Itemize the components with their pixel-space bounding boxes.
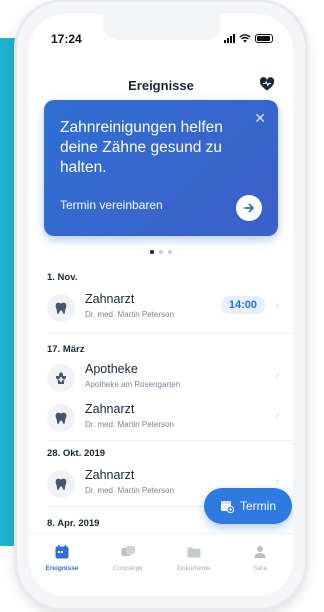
tooth-icon [47, 294, 75, 322]
tab-dokumente[interactable]: Dokumente [161, 542, 227, 572]
folder-icon [161, 542, 227, 562]
add-appointment-button[interactable]: Termin [204, 488, 292, 524]
tab-sara[interactable]: Sara [227, 542, 293, 572]
tab-label: Concierge [113, 565, 143, 572]
divider [47, 440, 293, 441]
date-heading: 8. Apr. 2019 [47, 518, 100, 529]
event-title: Zahnarzt [85, 468, 135, 482]
event-subtitle: Dr. med. Martin Peterson [85, 486, 174, 495]
info-banner[interactable]: Zahnreinigungen helfen deine Zähne gesun… [44, 100, 278, 236]
time-badge: 14:00 [220, 296, 265, 314]
close-icon[interactable]: ✕ [254, 110, 266, 127]
date-heading: 17. März [47, 344, 85, 355]
chevron-right-icon: › [275, 476, 279, 487]
tooth-icon [47, 470, 75, 498]
carousel-dot-active[interactable] [150, 250, 154, 254]
calendar-plus-icon [220, 501, 234, 513]
divider [47, 332, 293, 333]
event-title: Zahnarzt [85, 292, 135, 306]
tab-label: Sara [253, 565, 267, 572]
cellular-signal-icon [224, 33, 235, 43]
event-title: Zahnarzt [85, 402, 135, 416]
person-icon [227, 542, 293, 562]
carousel-indicator[interactable] [29, 250, 293, 254]
app-screen: 17:24 Ereignisse Zahnreinigungen helfen … [29, 14, 293, 596]
date-heading: 28. Okt. 2019 [47, 448, 106, 459]
tab-label: Ereignisse [45, 565, 79, 572]
date-heading: 1. Nov. [47, 272, 78, 283]
wifi-icon [239, 34, 251, 43]
event-item[interactable]: Zahnarzt Dr. med. Martin Peterson › [29, 400, 293, 438]
carousel-dot[interactable] [168, 250, 172, 254]
tab-concierge[interactable]: Concierge [95, 542, 161, 572]
heart-icon[interactable] [259, 76, 275, 92]
phone-notch [103, 14, 221, 40]
page-title: Ereignisse [128, 78, 194, 93]
arrow-right-icon[interactable] [236, 195, 262, 221]
status-icons [224, 32, 273, 44]
tab-label: Dokumente [177, 565, 211, 572]
chevron-right-icon: › [275, 370, 279, 381]
event-subtitle: Apotheke am Rosengarten [85, 380, 181, 389]
chevron-right-icon: › [275, 300, 279, 311]
tooth-icon [47, 404, 75, 432]
event-item[interactable]: Zahnarzt Dr. med. Martin Peterson 14:00 … [29, 290, 293, 328]
chevron-right-icon: › [275, 410, 279, 421]
banner-text: Zahnreinigungen helfen deine Zähne gesun… [60, 119, 223, 176]
tab-bar: Ereignisse Concierge Dokumente Sara [29, 533, 293, 596]
battery-icon [255, 33, 273, 43]
event-subtitle: Dr. med. Martin Peterson [85, 310, 174, 319]
banner-action-label[interactable]: Termin vereinbaren [60, 198, 163, 212]
tab-ereignisse[interactable]: Ereignisse [29, 542, 95, 572]
event-title: Apotheke [85, 362, 138, 376]
pharmacy-icon [47, 364, 75, 392]
event-subtitle: Dr. med. Martin Peterson [85, 420, 174, 429]
phone-frame: 17:24 Ereignisse Zahnreinigungen helfen … [17, 2, 305, 608]
status-time: 17:24 [51, 32, 82, 46]
fab-label: Termin [239, 499, 276, 513]
concierge-icon [95, 542, 161, 562]
event-item[interactable]: Apotheke Apotheke am Rosengarten › [29, 360, 293, 398]
carousel-dot[interactable] [159, 250, 163, 254]
calendar-icon [29, 542, 95, 562]
